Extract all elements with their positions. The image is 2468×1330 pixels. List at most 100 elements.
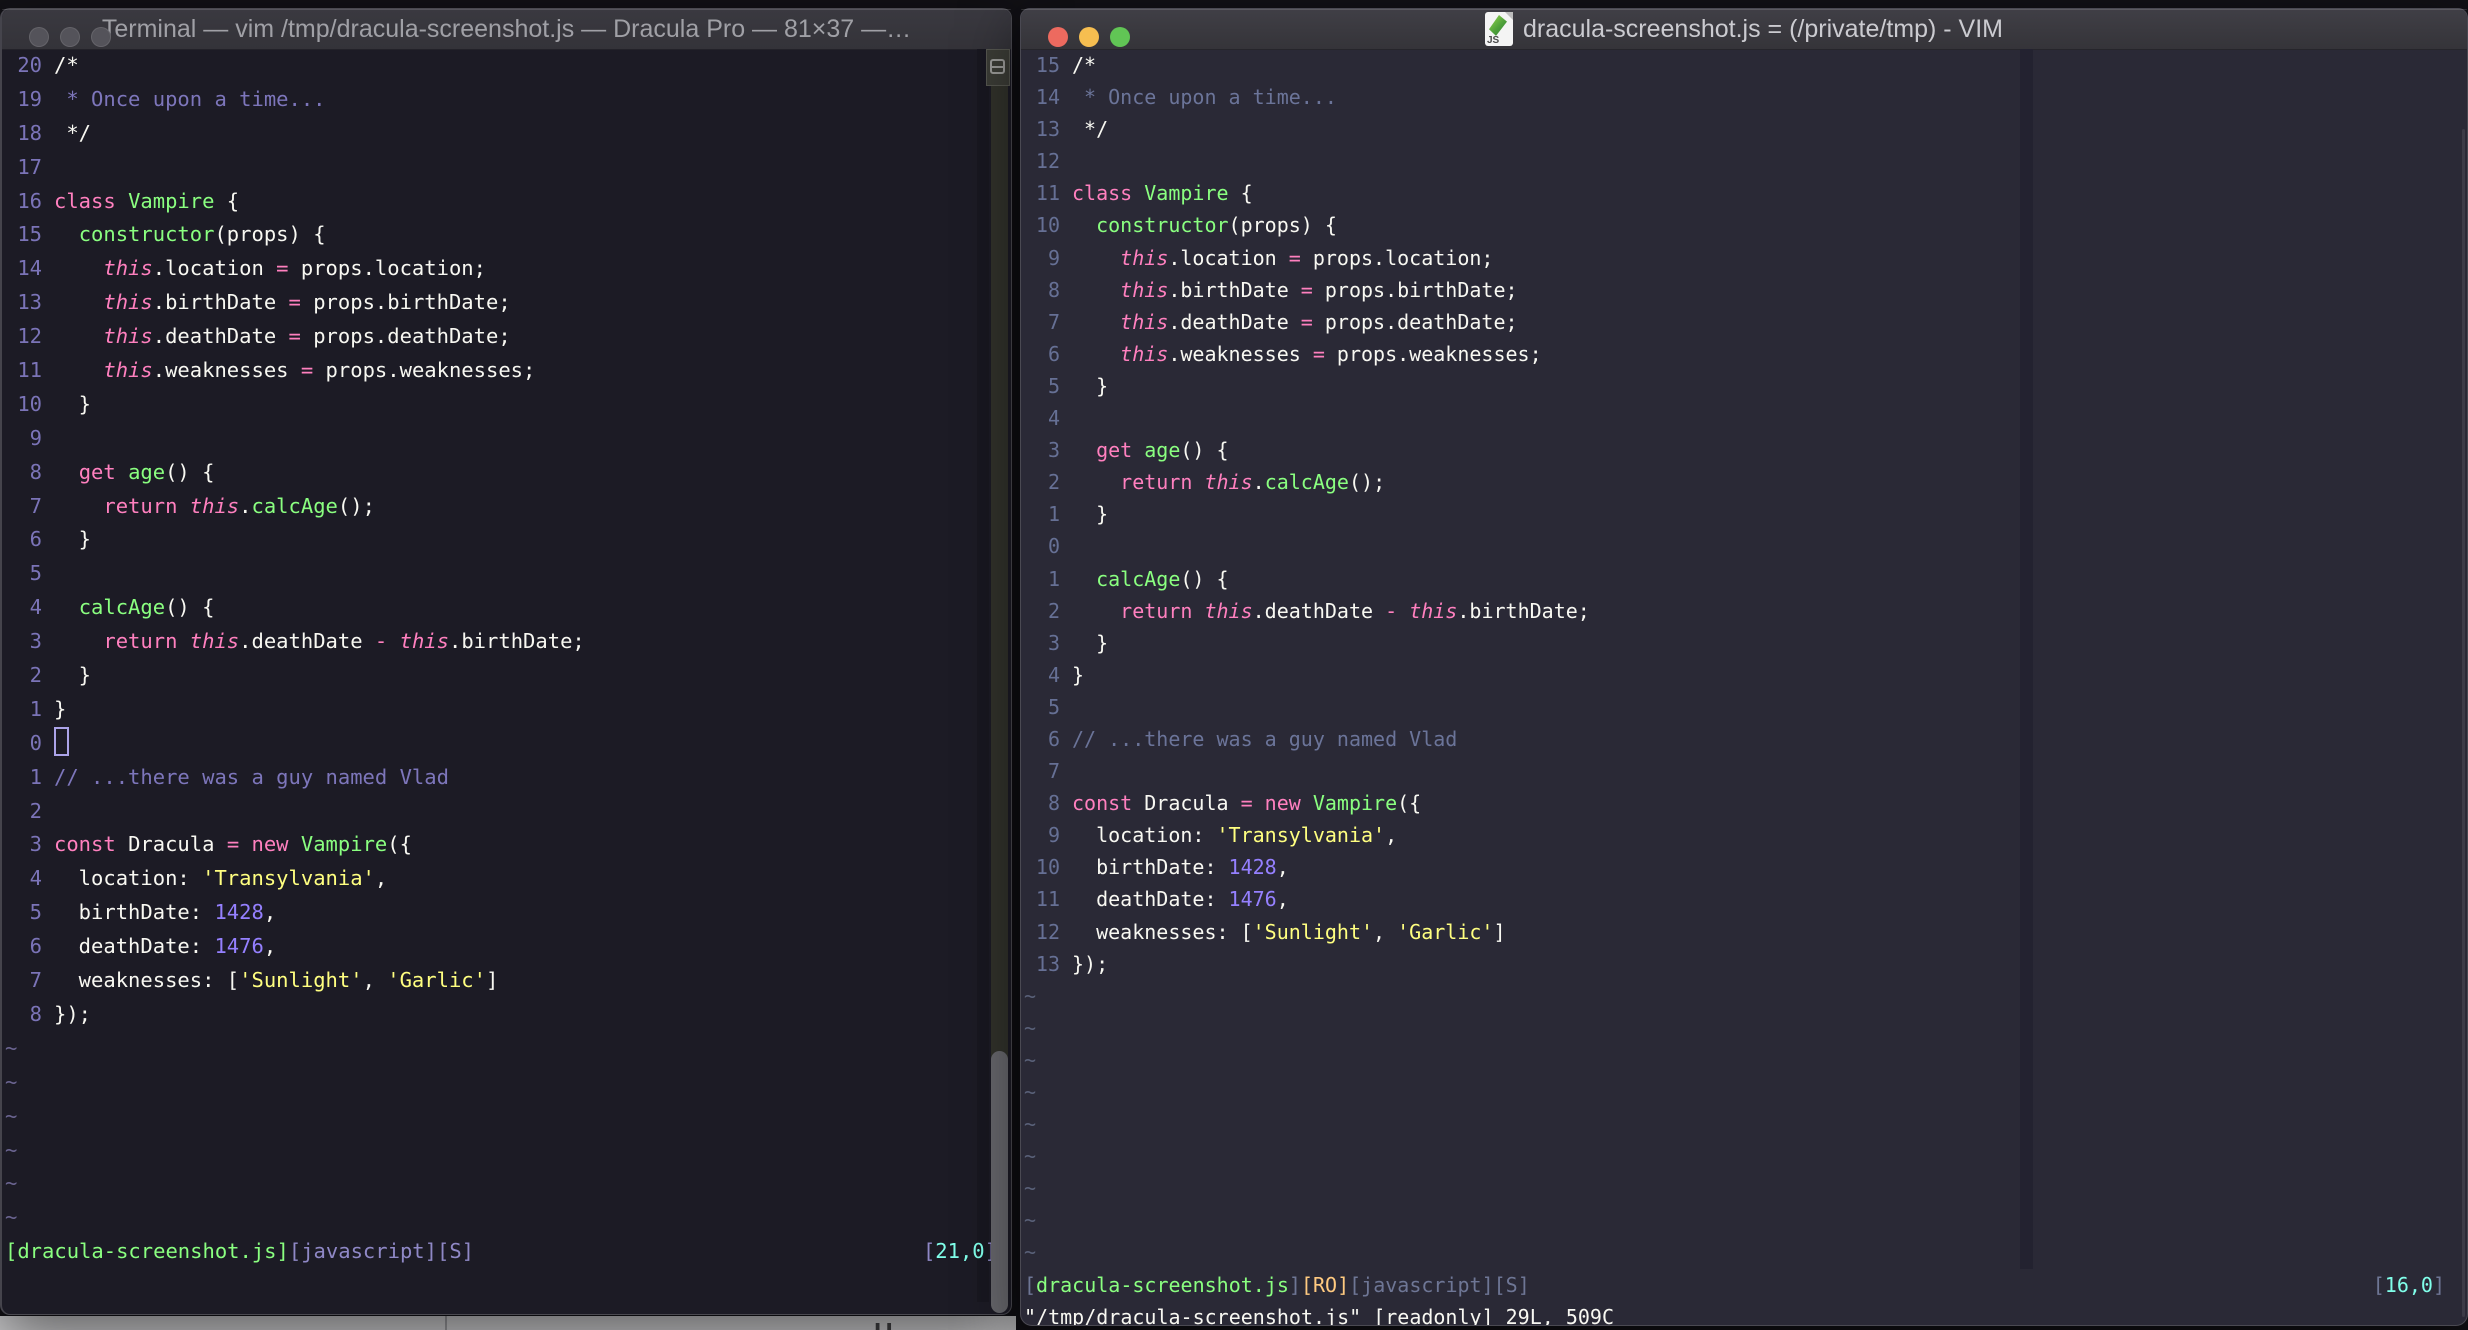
terminal-titlebar[interactable]: Terminal — vim /tmp/dracula-screenshot.j… — [2, 9, 1011, 50]
background-window-glyph: H — [874, 1317, 893, 1330]
code-token: .location — [152, 256, 277, 281]
code-line: 3 return this.deathDate - this.birthDate… — [2, 625, 1011, 659]
code-token: , — [1276, 887, 1289, 912]
code-token: return — [103, 629, 190, 654]
zoom-button[interactable] — [1110, 27, 1130, 47]
tilde-marker: ~ — [1024, 1047, 1037, 1072]
code-token: Vampire — [300, 832, 388, 857]
code-token: this — [103, 290, 153, 315]
code-line: 0 — [2, 726, 1011, 761]
code-token: birthDate: — [54, 900, 215, 925]
line-number: 17 — [17, 154, 42, 179]
code-token: get — [1096, 438, 1145, 463]
scrollbar-thumb[interactable] — [2462, 129, 2465, 1317]
code-token: .weaknesses — [152, 358, 301, 383]
code-token: dracula-screenshot.js — [1036, 1272, 1289, 1297]
tilde-line: ~ — [2, 1032, 1011, 1066]
code-token: = — [1300, 309, 1313, 334]
code-token: } — [1072, 502, 1109, 527]
code-token: } — [1072, 373, 1109, 398]
js-file-badge: JS — [1486, 35, 1500, 46]
code-token: deathDate: — [54, 934, 215, 959]
vim-statusline: [dracula-screenshot.js][RO][javascript][… — [1021, 1269, 2467, 1301]
code-token: , — [1276, 855, 1289, 880]
code-token: this — [189, 493, 240, 518]
line-number: 14 — [1035, 85, 1060, 110]
line-number: 10 — [1035, 213, 1060, 238]
statusline-file-info: [dracula-screenshot.js][javascript][S] — [5, 1235, 474, 1269]
tilde-marker: ~ — [5, 1205, 18, 1230]
tilde-marker: ~ — [1024, 983, 1037, 1008]
code-token: .deathDate — [239, 629, 375, 654]
zoom-button[interactable] — [91, 27, 111, 47]
code-token: this — [1204, 598, 1253, 623]
code-token: props.birthDate; — [1312, 277, 1518, 302]
code-token: class — [1072, 181, 1145, 206]
line-number: 10 — [1035, 855, 1060, 880]
tilde-marker: ~ — [5, 1171, 18, 1196]
line-number: 4 — [1047, 406, 1060, 431]
background-window-divider — [445, 1316, 447, 1330]
code-token: // ...there was a guy named Vlad — [54, 764, 449, 789]
code-line: 18 */ — [2, 117, 1011, 151]
tilde-marker: ~ — [1024, 1208, 1037, 1233]
code-token: this — [1204, 470, 1253, 495]
split-pane-button[interactable] — [986, 49, 1010, 86]
line-number: 0 — [1047, 534, 1060, 559]
code-token: location: — [54, 866, 203, 891]
line-number: 3 — [1047, 630, 1060, 655]
code-line: 8 const Dracula = new Vampire({ — [1021, 787, 2467, 819]
line-number: 16 — [17, 188, 42, 213]
code-line: 12 weaknesses: ['Sunlight', 'Garlic'] — [1021, 916, 2467, 948]
code-line: 13 this.birthDate = props.birthDate; — [2, 286, 1011, 320]
document-proxy-icon[interactable]: JS — [1484, 12, 1513, 46]
tilde-line: ~ — [1021, 1172, 2467, 1204]
code-token: props.birthDate; — [300, 290, 511, 315]
code-token: get — [78, 459, 129, 484]
code-token: 21,0 — [935, 1239, 985, 1264]
code-line: 11 this.weaknesses = props.weaknesses; — [2, 354, 1011, 388]
code-token: = — [288, 324, 301, 349]
code-line: 14 this.location = props.location; — [2, 252, 1011, 286]
line-number: 11 — [17, 358, 42, 383]
code-token: [javascript][S] — [288, 1239, 475, 1264]
tilde-marker: ~ — [1024, 1176, 1037, 1201]
code-line: 6 this.weaknesses = props.weaknesses; — [1021, 338, 2467, 370]
minimize-button[interactable] — [60, 27, 80, 47]
macvim-titlebar[interactable]: JS dracula-screenshot.js = (/private/tmp… — [1021, 9, 2467, 50]
code-token: .birthDate; — [448, 629, 585, 654]
line-number: 3 — [29, 629, 42, 654]
code-token: = new — [226, 832, 301, 857]
vim-buffer[interactable]: 20/* 19 * Once upon a time... 18 */17 16 cla… — [2, 49, 1011, 1314]
code-token: = — [1312, 341, 1325, 366]
split-pane-icon — [990, 59, 1005, 74]
code-token: Dracula — [128, 832, 227, 857]
vim-statusline: [dracula-screenshot.js][javascript][S] [2… — [2, 1235, 1011, 1269]
code-token: = — [300, 358, 314, 383]
close-button[interactable] — [1048, 27, 1068, 47]
code-token: calcAge — [78, 595, 166, 620]
code-line: 4 location: 'Transylvania', — [2, 862, 1011, 896]
minimize-button[interactable] — [1079, 27, 1099, 47]
code-line: 5 — [2, 557, 1011, 591]
code-token: this — [103, 256, 153, 281]
vim-buffer[interactable]: 15/* 14 * Once upon a time... 13 */12 11 cla… — [1021, 49, 2467, 1325]
scrollbar-thumb[interactable] — [991, 1051, 1008, 1313]
code-token: ({ — [387, 832, 412, 857]
code-line: 3 const Dracula = new Vampire({ — [2, 828, 1011, 862]
code-line: 2 return this.calcAge(); — [1021, 466, 2467, 498]
line-number: 3 — [29, 832, 42, 857]
line-number: 9 — [29, 425, 42, 450]
code-token: , — [263, 934, 277, 959]
close-button[interactable] — [29, 27, 49, 47]
line-number: 1 — [1047, 566, 1060, 591]
code-token: this — [1409, 598, 1458, 623]
code-line: 13 */ — [1021, 113, 2467, 145]
code-token: [dracula-screenshot.js] — [5, 1239, 289, 1264]
code-line: 6 deathDate: 1476, — [2, 930, 1011, 964]
code-line: 19 * Once upon a time... — [2, 83, 1011, 117]
